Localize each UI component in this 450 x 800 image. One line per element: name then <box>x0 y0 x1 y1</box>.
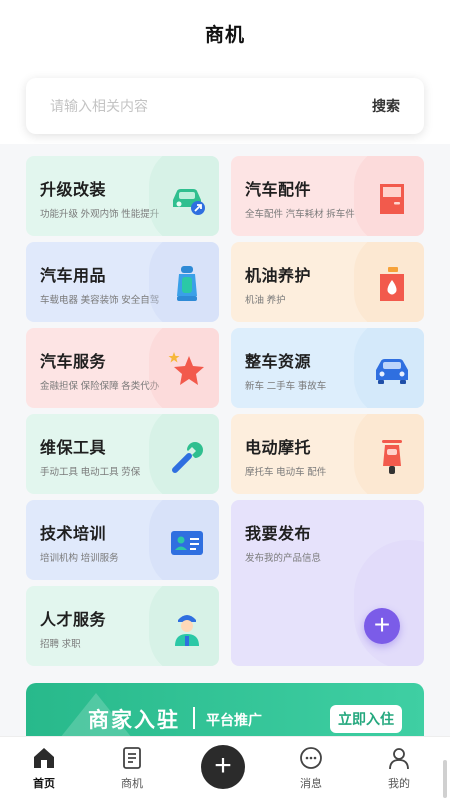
add-icon[interactable]: + <box>201 745 245 789</box>
publish-plus-button[interactable]: + <box>364 608 400 644</box>
message-icon <box>300 747 322 769</box>
banner-divider <box>193 707 195 729</box>
user-icon <box>389 748 409 770</box>
card-parts[interactable]: 汽车配件 全车配件 汽车耗材 拆车件 <box>231 156 424 236</box>
tab-label: 商机 <box>121 778 143 790</box>
tab-messages[interactable]: 消息 <box>281 745 341 791</box>
search-section: 搜索 <box>0 66 450 144</box>
card-talent[interactable]: 人才服务 招聘 求职 <box>26 586 219 666</box>
scrollbar[interactable] <box>443 760 447 798</box>
car-door-icon <box>380 184 404 214</box>
search-bar: 搜索 <box>26 78 424 134</box>
wrench-icon <box>172 442 203 473</box>
oil-can-icon <box>380 267 404 301</box>
tab-profile[interactable]: 我的 <box>369 745 429 791</box>
card-oil[interactable]: 机油养护 机油 养护 <box>231 242 424 322</box>
id-card-icon <box>171 531 203 555</box>
banner-title: 商家入驻 <box>88 709 180 732</box>
star-icon <box>168 352 204 385</box>
tab-opportunities[interactable]: 商机 <box>102 745 162 791</box>
home-icon <box>34 748 54 768</box>
card-upgrade[interactable]: 升级改装 功能升级 外观内饰 性能提升 <box>26 156 219 236</box>
search-button[interactable]: 搜索 <box>372 96 400 116</box>
car-front-icon <box>376 359 408 384</box>
card-service[interactable]: 汽车服务 金融担保 保险保障 各类代办 <box>26 328 219 408</box>
tab-label: 我的 <box>388 778 410 790</box>
car-upgrade-icon <box>173 189 205 215</box>
merchant-banner[interactable]: 商家入驻 平台推广 立即入住 <box>26 683 424 739</box>
document-icon <box>123 747 141 769</box>
card-supplies[interactable]: 汽车用品 车载电器 美容装饰 安全自驾 <box>26 242 219 322</box>
tab-label: 首页 <box>33 778 55 790</box>
page-title: 商机 <box>204 24 245 46</box>
card-training[interactable]: 技术培训 培训机构 培训服务 <box>26 500 219 580</box>
card-tools[interactable]: 维保工具 手动工具 电动工具 劳保 <box>26 414 219 494</box>
scooter-icon <box>382 440 402 474</box>
card-emoto[interactable]: 电动摩托 摩托车 电动车 配件 <box>231 414 424 494</box>
banner-subtitle: 平台推广 <box>206 712 262 728</box>
tab-home[interactable]: 首页 <box>14 745 74 791</box>
search-input[interactable] <box>50 98 372 114</box>
bottom-tab-bar: 首页 商机 + 消息 我的 <box>0 736 450 800</box>
car-seat-icon <box>177 266 197 301</box>
card-vehicles[interactable]: 整车资源 新车 二手车 事故车 <box>231 328 424 408</box>
card-publish[interactable]: 我要发布 发布我的产品信息 + <box>231 500 424 666</box>
join-now-button[interactable]: 立即入住 <box>330 705 402 733</box>
tab-label: 消息 <box>300 778 322 790</box>
mechanic-icon <box>175 615 199 646</box>
header: 商机 <box>0 0 450 66</box>
